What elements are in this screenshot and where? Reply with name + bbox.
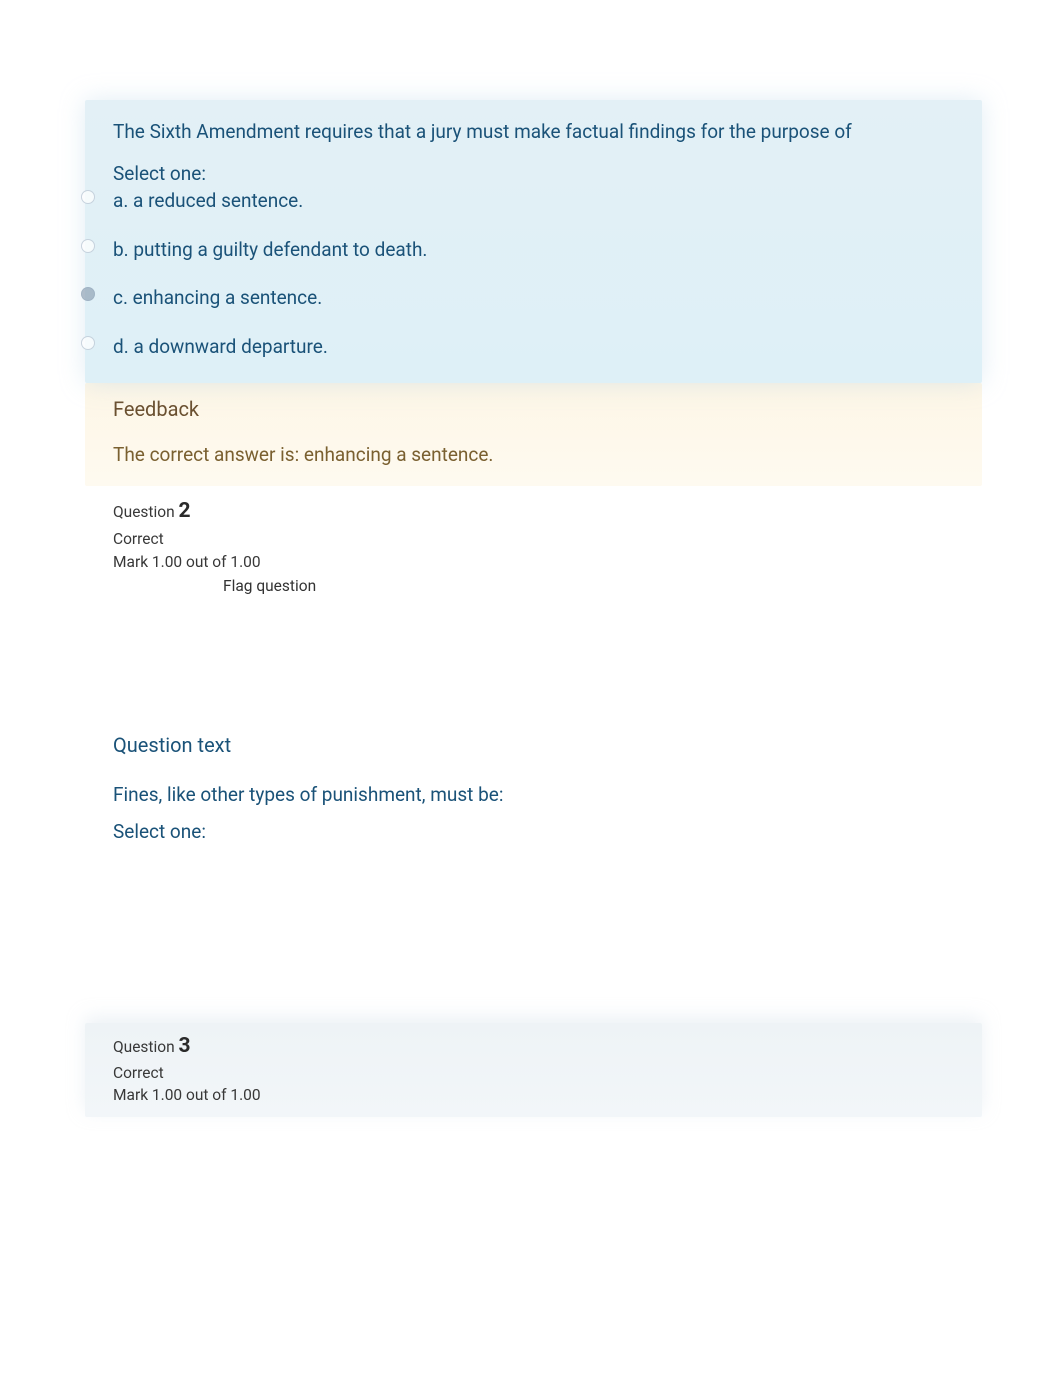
q2-select-label: Select one: — [113, 820, 954, 843]
question-mark: Mark 1.00 out of 1.00 — [113, 1084, 954, 1106]
spacer — [85, 843, 982, 1023]
radio-icon — [81, 336, 95, 350]
flag-question-link[interactable]: Flag question — [223, 575, 954, 597]
radio-icon — [81, 287, 95, 301]
radio-icon — [81, 190, 95, 204]
q1-select-label: Select one: — [113, 162, 954, 187]
question-label: Question — [113, 1038, 179, 1056]
question-number-label: Question 3 — [113, 1031, 954, 1061]
feedback-title: Feedback — [113, 397, 954, 421]
q1-option-b[interactable]: b. putting a guilty defendant to death. — [113, 237, 954, 264]
q1-option-c[interactable]: c. enhancing a sentence. — [113, 285, 954, 312]
option-label: c. enhancing a sentence. — [113, 286, 322, 309]
q1-option-a[interactable]: a. a reduced sentence. — [113, 188, 954, 215]
q1-option-d[interactable]: d. a downward departure. — [113, 334, 954, 361]
question-3-header: Question 3 Correct Mark 1.00 out of 1.00 — [85, 1023, 982, 1116]
question-number: 3 — [179, 1034, 191, 1058]
q2-prompt: Fines, like other types of punishment, m… — [113, 783, 954, 806]
question-mark: Mark 1.00 out of 1.00 — [113, 551, 954, 573]
question-2-body: Question text Fines, like other types of… — [85, 733, 982, 843]
question-number-label: Question 2 — [113, 496, 954, 526]
feedback-text: The correct answer is: enhancing a sente… — [113, 443, 954, 466]
q1-prompt: The Sixth Amendment requires that a jury… — [113, 118, 954, 146]
question-2-header: Question 2 Correct Mark 1.00 out of 1.00… — [85, 486, 982, 604]
option-label: d. a downward departure. — [113, 335, 328, 358]
option-label: a. a reduced sentence. — [113, 189, 303, 212]
option-label: b. putting a guilty defendant to death. — [113, 238, 427, 261]
spacer — [85, 603, 982, 733]
question-status: Correct — [113, 528, 954, 550]
question-label: Question — [113, 503, 179, 521]
q1-feedback: Feedback The correct answer is: enhancin… — [85, 383, 982, 486]
radio-icon — [81, 239, 95, 253]
question-text-heading: Question text — [113, 733, 954, 757]
question-status: Correct — [113, 1062, 954, 1084]
question-number: 2 — [179, 499, 191, 523]
question-1-body: The Sixth Amendment requires that a jury… — [85, 100, 982, 383]
